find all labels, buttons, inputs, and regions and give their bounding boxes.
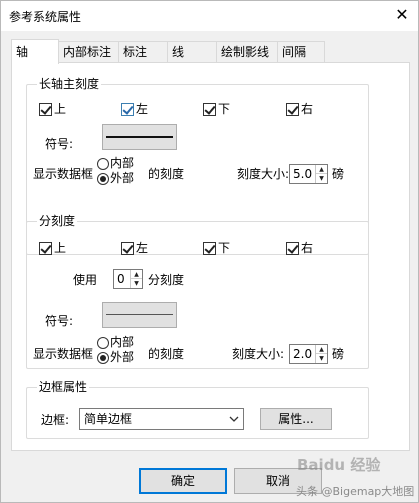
minor-count-spinner[interactable]: 0 ▲ ▼ (113, 269, 143, 289)
check-label: 下 (218, 241, 231, 255)
radio-label: 内部 (110, 156, 135, 170)
border-select-value: 简单边框 (84, 412, 133, 426)
tab-inner-label[interactable]: 内部标注 (58, 41, 119, 63)
line-symbol-preview (106, 136, 173, 138)
minor-size-spinner[interactable]: 2.0 ▲ ▼ (289, 344, 328, 364)
check-label: 右 (301, 241, 314, 255)
tab-panel: 长轴主刻度 上 左 下 右 符号: 显示数据框 内部 外部 的刻度 刻度大小: … (11, 62, 410, 451)
minor-check-top[interactable]: 上 (39, 241, 66, 256)
major-size-value: 5.0 (293, 167, 313, 181)
minor-radio-outer[interactable]: 外部 (97, 350, 134, 365)
border-group: 边框属性 边框: 简单边框 属性... (26, 380, 369, 439)
check-icon (286, 242, 299, 255)
minor-frame-label: 显示数据框 (33, 347, 94, 361)
major-size-label: 刻度大小: (237, 167, 290, 181)
spinner-arrows: ▲ ▼ (315, 165, 327, 183)
ok-button[interactable]: 确定 (139, 468, 227, 494)
check-icon (203, 103, 216, 116)
radio-label: 内部 (110, 335, 135, 349)
spin-up-icon[interactable]: ▲ (316, 165, 327, 174)
check-label: 左 (136, 102, 149, 116)
border-select[interactable]: 简单边框 (79, 408, 244, 430)
minor-check-right[interactable]: 右 (286, 241, 313, 256)
spin-down-icon[interactable]: ▼ (131, 279, 142, 288)
dialog-window: 参考系统属性 ✕ 轴 内部标注 标注 线 绘制影线 间隔 长轴主刻度 上 左 下 (0, 0, 419, 503)
window-title: 参考系统属性 (9, 10, 82, 24)
close-icon[interactable]: ✕ (390, 4, 414, 26)
line-symbol-preview (106, 314, 173, 315)
minor-symbol-button[interactable] (102, 302, 177, 328)
minor-symbol-label: 符号: (45, 314, 74, 328)
toutiao-watermark: 头条 @Bigemap大地图 (296, 485, 415, 498)
tab-interval[interactable]: 间隔 (277, 41, 325, 63)
spin-up-icon[interactable]: ▲ (131, 270, 142, 279)
title-bar: 参考系统属性 ✕ (1, 1, 418, 31)
minor-radio-inner[interactable]: 内部 (97, 335, 134, 350)
major-check-right[interactable]: 右 (286, 102, 313, 117)
check-label: 下 (218, 102, 231, 116)
properties-button[interactable]: 属性... (260, 408, 332, 430)
minor-use-label: 使用 (73, 273, 98, 287)
minor-ticks-group: 分刻度 上 左 下 右 使用 0 ▲ ▼ 分刻度 符号: 显示数据框 内部 外部… (26, 214, 369, 369)
major-check-left[interactable]: 左 (121, 102, 148, 117)
minor-size-value: 2.0 (293, 347, 313, 361)
check-label: 左 (136, 241, 149, 255)
radio-icon (97, 157, 109, 170)
major-radio-inner[interactable]: 内部 (97, 156, 134, 171)
major-frame-label: 显示数据框 (33, 167, 94, 181)
border-title: 边框属性 (37, 380, 90, 395)
minor-check-left[interactable]: 左 (121, 241, 148, 256)
border-label: 边框: (41, 413, 70, 427)
major-unit: 磅 (332, 167, 345, 181)
check-icon (39, 103, 52, 116)
chevron-down-icon (229, 416, 239, 422)
check-icon (286, 103, 299, 116)
tab-line[interactable]: 线 (167, 41, 217, 63)
major-symbol-label: 符号: (45, 137, 74, 151)
major-ticks-title: 长轴主刻度 (37, 77, 102, 92)
tab-label[interactable]: 标注 (118, 41, 168, 63)
major-size-spinner[interactable]: 5.0 ▲ ▼ (289, 164, 328, 184)
tab-hatch[interactable]: 绘制影线 (216, 41, 278, 63)
tab-axis[interactable]: 轴 (11, 39, 59, 64)
minor-unit: 磅 (332, 347, 345, 361)
major-symbol-button[interactable] (102, 124, 177, 150)
check-icon (39, 242, 52, 255)
radio-icon (97, 336, 109, 349)
major-check-top[interactable]: 上 (39, 102, 66, 117)
radio-selected-icon (97, 172, 109, 185)
check-icon (121, 103, 134, 116)
radio-label: 外部 (110, 350, 135, 364)
major-check-bottom[interactable]: 下 (203, 102, 230, 117)
minor-ticks-suffix: 的刻度 (148, 347, 185, 361)
spin-up-icon[interactable]: ▲ (316, 345, 327, 354)
check-icon (203, 242, 216, 255)
spinner-arrows: ▲ ▼ (130, 270, 142, 288)
minor-use-suffix: 分刻度 (148, 273, 185, 287)
check-label: 右 (301, 102, 314, 116)
check-label: 上 (54, 102, 67, 116)
major-ticks-suffix: 的刻度 (148, 167, 185, 181)
major-radio-outer[interactable]: 外部 (97, 171, 134, 186)
check-icon (121, 242, 134, 255)
radio-label: 外部 (110, 171, 135, 185)
minor-size-label: 刻度大小: (232, 347, 285, 361)
spin-down-icon[interactable]: ▼ (316, 354, 327, 363)
minor-ticks-title: 分刻度 (37, 214, 78, 229)
baidu-watermark: Baidu 经验 (297, 456, 381, 474)
check-label: 上 (54, 241, 67, 255)
spin-down-icon[interactable]: ▼ (316, 174, 327, 183)
radio-selected-icon (97, 351, 109, 364)
minor-count-value: 0 (117, 272, 125, 286)
spinner-arrows: ▲ ▼ (315, 345, 327, 363)
minor-check-bottom[interactable]: 下 (203, 241, 230, 256)
